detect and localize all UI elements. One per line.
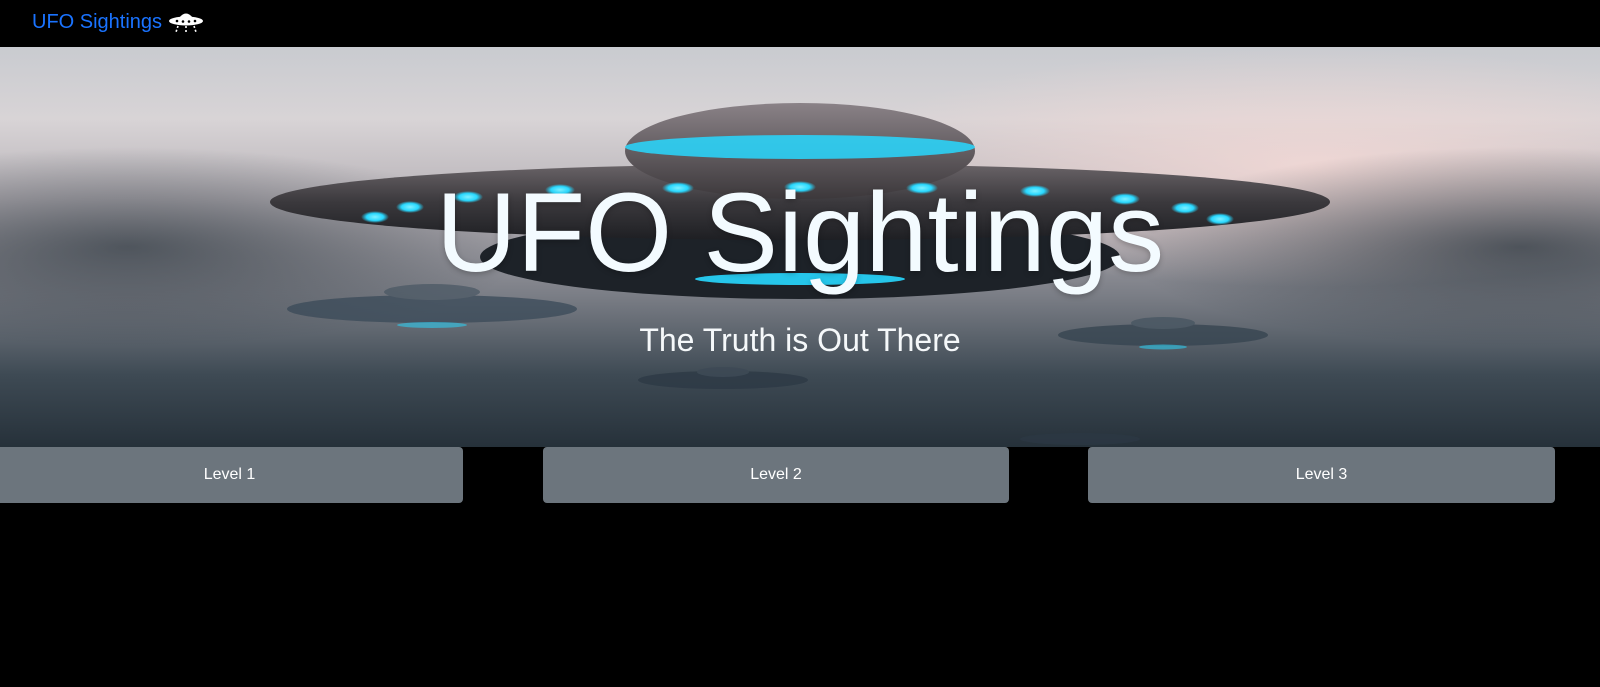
brand-label: UFO Sightings (32, 10, 163, 33)
level-2-button[interactable]: Level 2 (543, 447, 1009, 503)
hero-subtitle: The Truth is Out There (639, 322, 961, 358)
level-buttons-row: Level 1 Level 2 Level 3 (0, 447, 1600, 503)
navbar: UFO Sightings (0, 0, 1600, 47)
hero-banner: UFO Sightings The Truth is Out There (0, 47, 1600, 447)
level-1-button[interactable]: Level 1 (0, 447, 463, 503)
ufo-icon (168, 9, 204, 35)
brand-link[interactable]: UFO Sightings (32, 9, 204, 35)
hero-title: UFO Sightings (435, 170, 1165, 295)
level-3-button[interactable]: Level 3 (1088, 447, 1555, 503)
